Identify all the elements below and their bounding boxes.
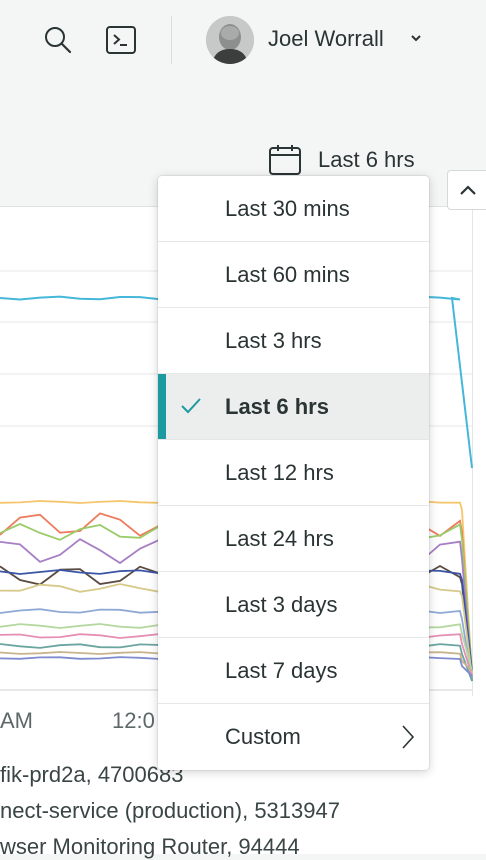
menu-item-last-60-mins[interactable]: Last 60 mins [158,242,429,308]
user-name[interactable]: Joel Worrall [268,26,384,52]
chevron-down-icon[interactable] [410,33,422,43]
time-picker-label: Last 6 hrs [318,147,415,172]
terminal-button[interactable] [103,22,139,58]
user-photo-icon [206,16,254,64]
legend-item[interactable]: wser Monitoring Router, 94444 [0,834,300,860]
header-divider [171,16,172,64]
chevron-up-icon [459,185,476,195]
time-range-menu: Last 30 mins Last 60 mins Last 3 hrs Las… [158,176,429,770]
menu-item-last-12-hrs[interactable]: Last 12 hrs [158,440,429,506]
menu-item-label: Last 3 hrs [225,327,322,353]
menu-item-last-30-mins[interactable]: Last 30 mins [158,176,429,242]
menu-item-label: Last 30 mins [225,195,350,221]
menu-item-last-7-days[interactable]: Last 7 days [158,638,429,704]
menu-item-last-3-hrs[interactable]: Last 3 hrs [158,308,429,374]
avatar[interactable] [206,16,254,64]
menu-item-label: Last 3 days [225,591,338,617]
menu-item-label: Last 24 hrs [225,525,334,551]
legend-item[interactable]: fik-prd2a, 4700683 [0,762,183,788]
search-icon [45,27,72,54]
calendar-icon [269,145,301,175]
menu-item-label: Last 7 days [225,657,338,683]
menu-item-custom[interactable]: Custom [158,704,429,770]
legend-item[interactable]: nect-service (production), 5313947 [0,798,340,824]
search-button[interactable] [40,22,76,58]
chevron-right-icon [402,725,415,749]
menu-item-label: Custom [225,724,301,749]
menu-item-label: Last 12 hrs [225,459,334,485]
top-bar: Joel Worrall [0,0,486,82]
menu-item-last-3-days[interactable]: Last 3 days [158,572,429,638]
menu-item-label: Last 60 mins [225,261,350,287]
menu-item-last-6-hrs[interactable]: Last 6 hrs [158,374,429,440]
x-tick-label: AM [0,708,33,733]
menu-item-last-24-hrs[interactable]: Last 24 hrs [158,506,429,572]
check-icon [181,398,201,414]
x-tick-label: 12:0 [112,708,155,733]
menu-item-label: Last 6 hrs [225,393,329,419]
time-picker-button[interactable]: Last 6 hrs [268,144,415,176]
terminal-icon [106,26,136,54]
collapse-button[interactable] [447,170,486,210]
